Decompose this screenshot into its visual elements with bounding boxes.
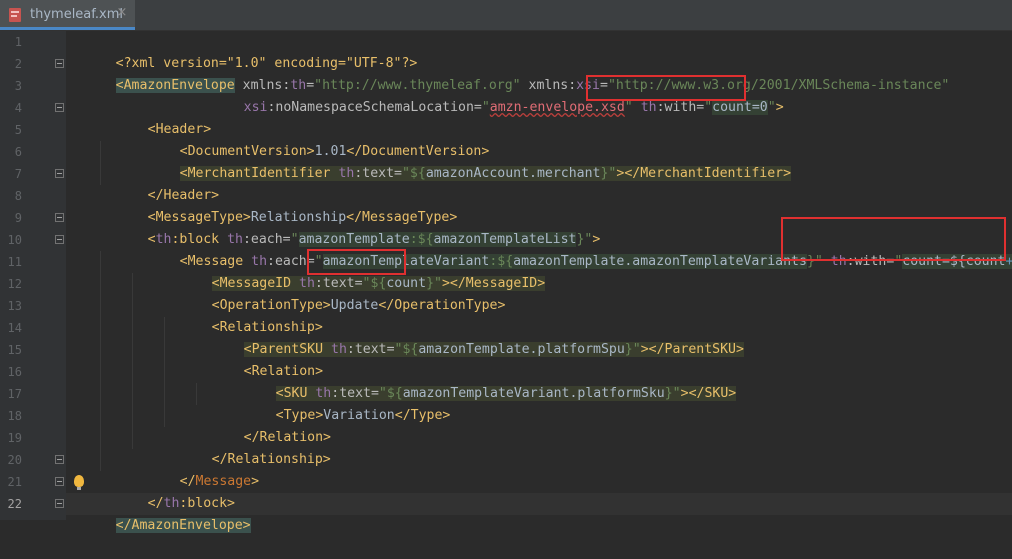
line-number: 2 [14, 57, 22, 71]
xml-file-icon [9, 8, 21, 22]
code-line-8: <MessageType>Relationship</MessageType> [147, 210, 458, 225]
line-number: 12 [7, 277, 22, 291]
code-editor[interactable]: 1 2 3 4 5 6 7 8 9 10 11 12 13 14 15 16 17 18 19 20 21 22 <?xm… [0, 31, 1012, 533]
line-number: 22 [7, 497, 22, 511]
line-number: 1 [14, 35, 22, 49]
code-line-14: <ParentSKU th:text="${amazonTemplate.pla… [243, 342, 744, 357]
code-line-6: <MerchantIdentifier th:text="${amazonAcc… [179, 166, 792, 181]
highlight-box-messageid-count [307, 249, 406, 275]
highlight-box-with-count-increment [781, 217, 1006, 261]
code-line-19: </Relationship> [211, 452, 331, 467]
code-line-20: </Message> [179, 474, 260, 489]
code-line-9: <th:block th:each="amazonTemplate:${amaz… [147, 232, 601, 247]
fold-toggle-icon[interactable] [55, 499, 64, 508]
line-number: 8 [14, 189, 22, 203]
code-line-15: <Relation> [243, 364, 324, 379]
line-number: 3 [14, 79, 22, 93]
code-line-5: <DocumentVersion>1.01</DocumentVersion> [179, 144, 490, 159]
fold-toggle-icon[interactable] [55, 59, 64, 68]
tab-title: thymeleaf.xml [30, 7, 123, 22]
code-line-1: <?xml version="1.0" encoding="UTF-8"?> [115, 56, 418, 71]
code-line-12: <OperationType>Update</OperationType> [211, 298, 506, 313]
code-line-18: </Relation> [243, 430, 331, 445]
code-line-16: <SKU th:text="${amazonTemplateVariant.pl… [275, 386, 737, 401]
line-number: 10 [7, 233, 22, 247]
line-number: 21 [7, 475, 22, 489]
fold-toggle-icon[interactable] [55, 103, 64, 112]
line-number: 11 [7, 255, 22, 269]
fold-toggle-icon[interactable] [55, 235, 64, 244]
code-line-17: <Type>Variation</Type> [275, 408, 451, 423]
fold-toggle-icon[interactable] [55, 213, 64, 222]
line-number: 5 [14, 123, 22, 137]
line-number: 17 [7, 387, 22, 401]
highlight-box-with-count-0 [586, 75, 746, 101]
code-line-7: </Header> [147, 188, 220, 203]
line-number: 13 [7, 299, 22, 313]
code-line-13: <Relationship> [211, 320, 323, 335]
tab-thymeleaf-xml[interactable]: thymeleaf.xml × [0, 0, 135, 30]
code-line-4: <Header> [147, 122, 212, 137]
line-number: 6 [14, 145, 22, 159]
editor-tab-bar: thymeleaf.xml × [0, 0, 1012, 31]
line-number-gutter: 1 2 3 4 5 6 7 8 9 10 11 12 13 14 15 16 17 18 19 20 21 22 [0, 31, 66, 520]
code-area[interactable]: <?xml version="1.0" encoding="UTF-8"?> <… [68, 31, 1012, 533]
fold-toggle-icon[interactable] [55, 455, 64, 464]
code-line-2: <AmazonEnvelope xmlns:th="http://www.thy… [115, 78, 950, 93]
line-number: 16 [7, 365, 22, 379]
line-number: 19 [7, 431, 22, 445]
line-number: 20 [7, 453, 22, 467]
line-number: 4 [14, 101, 22, 115]
lightbulb-icon[interactable] [74, 475, 84, 490]
line-number: 7 [14, 167, 22, 181]
fold-toggle-icon[interactable] [55, 477, 64, 486]
line-number: 9 [14, 211, 22, 225]
line-number: 15 [7, 343, 22, 357]
line-number: 18 [7, 409, 22, 423]
close-tab-icon[interactable]: × [114, 5, 130, 21]
fold-toggle-icon[interactable] [55, 169, 64, 178]
line-number: 14 [7, 321, 22, 335]
code-line-21: </th:block> [147, 496, 235, 511]
code-line-22: </AmazonEnvelope> [115, 518, 251, 533]
